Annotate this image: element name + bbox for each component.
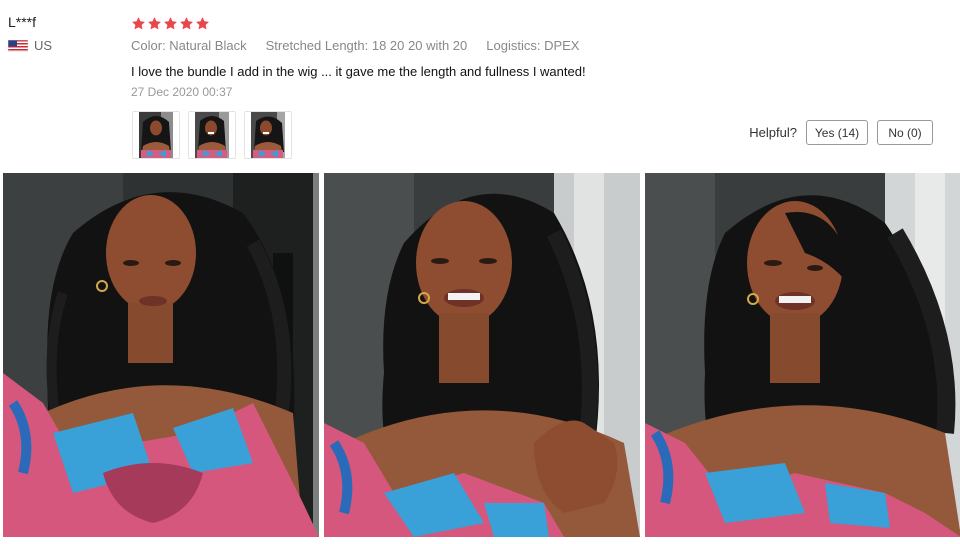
- helpful-no-button[interactable]: No (0): [877, 120, 933, 145]
- star-icon: [180, 16, 193, 29]
- review-photo-3[interactable]: [645, 173, 960, 537]
- us-flag-icon: [8, 39, 28, 52]
- star-icon: [196, 16, 209, 29]
- logistics-attribute: Logistics: DPEX: [486, 38, 580, 53]
- review-thumbnails: [132, 111, 292, 159]
- review-content: Color: Natural Black Stretched Length: 1…: [131, 14, 586, 99]
- review-photo-gallery: [3, 173, 960, 537]
- review-thumbnail-3[interactable]: [244, 111, 292, 159]
- review-photo-image: [645, 173, 960, 537]
- star-icon: [132, 16, 145, 29]
- helpful-label: Helpful?: [749, 125, 797, 140]
- helpful-yes-button[interactable]: Yes (14): [806, 120, 868, 145]
- review-attributes: Color: Natural Black Stretched Length: 1…: [131, 38, 586, 53]
- reviewer-info: L***f US: [8, 14, 52, 53]
- review-photo-image: [324, 173, 640, 537]
- review-date: 27 Dec 2020 00:37: [131, 85, 233, 99]
- photo-thumbnail-icon: [139, 112, 173, 158]
- photo-thumbnail-icon: [195, 112, 229, 158]
- photo-thumbnail-icon: [251, 112, 285, 158]
- review-photo-1[interactable]: [3, 173, 319, 537]
- reviewer-country: US: [8, 38, 52, 53]
- star-rating: [131, 14, 586, 32]
- review-text: I love the bundle I add in the wig ... i…: [131, 64, 586, 79]
- country-code: US: [34, 38, 53, 53]
- reviewer-name: L***f: [8, 14, 37, 30]
- star-icon: [148, 16, 161, 29]
- review-photo-2[interactable]: [324, 173, 640, 537]
- review-thumbnail-2[interactable]: [188, 111, 236, 159]
- length-attribute: Stretched Length: 18 20 20 with 20: [265, 38, 468, 53]
- helpful-vote: Helpful? Yes (14) No (0): [749, 120, 933, 145]
- review-photo-image: [3, 173, 319, 537]
- color-attribute: Color: Natural Black: [131, 38, 247, 53]
- review-thumbnail-1[interactable]: [132, 111, 180, 159]
- star-icon: [164, 16, 177, 29]
